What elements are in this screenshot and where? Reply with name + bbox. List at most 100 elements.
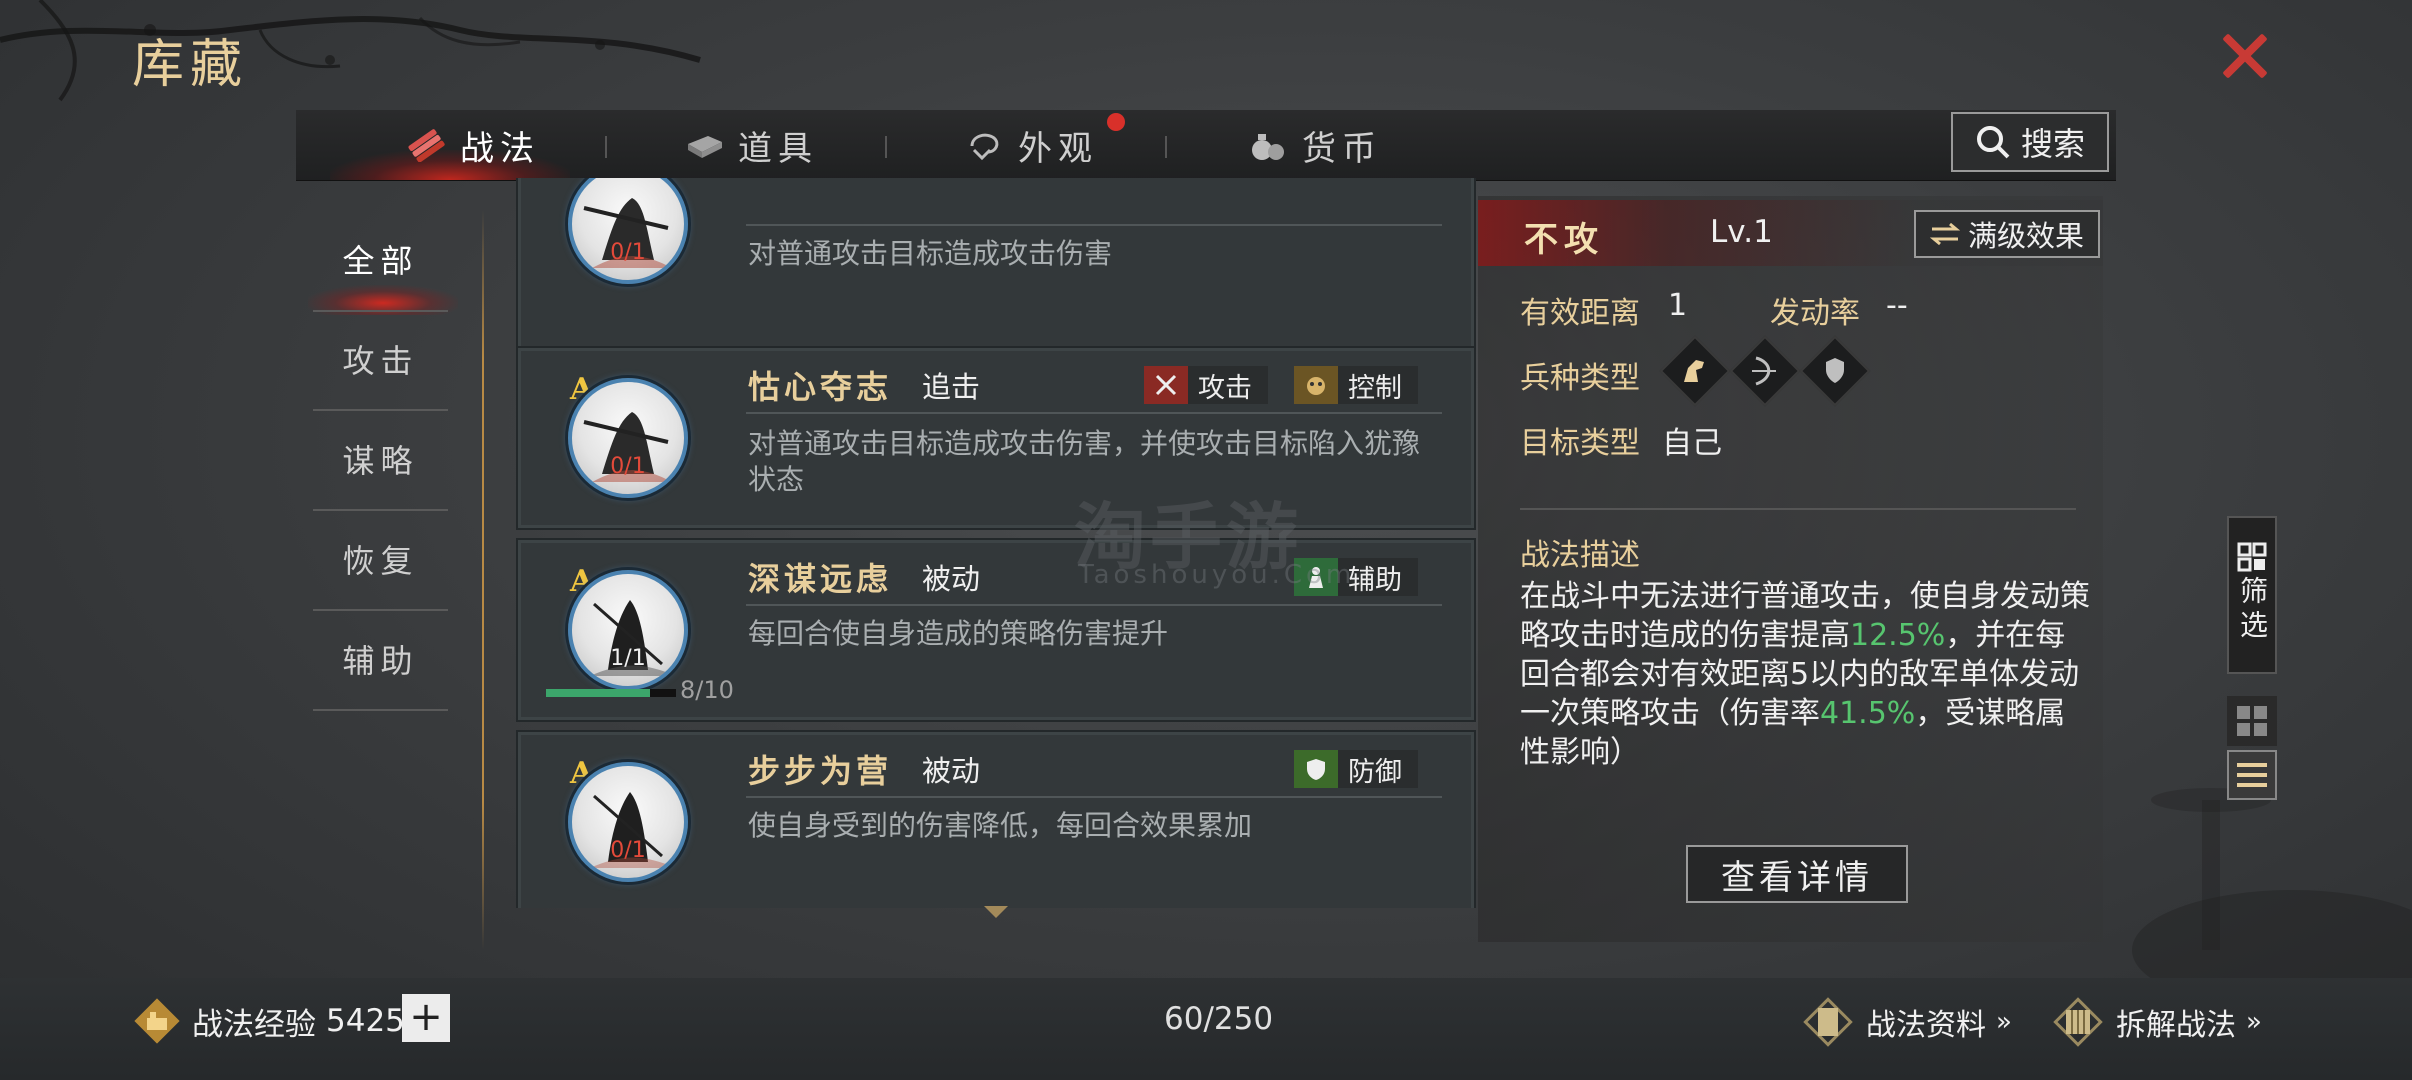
trigger-rate-label: 发动率 <box>1770 296 1860 331</box>
fist-emblem-icon <box>134 998 180 1044</box>
tab-items[interactable]: 道具 <box>684 110 818 180</box>
filter-button[interactable]: 筛选 <box>2227 516 2277 674</box>
filter-grid-icon <box>2237 542 2267 572</box>
skill-name: 怙心夺志 <box>748 368 893 406</box>
category-all[interactable]: 全部 <box>313 210 448 308</box>
skill-description: 对普通攻击目标造成攻击伤害 <box>748 237 1113 270</box>
troop-type-label: 兵种类型 <box>1520 361 1640 396</box>
category-support[interactable]: 辅助 <box>313 610 448 708</box>
tab-label: 战法 <box>460 128 540 169</box>
owned-count: 1/1 <box>610 646 646 671</box>
skill-exp-label: 战法经验 <box>192 1006 316 1043</box>
card-separator <box>746 604 1442 606</box>
chevron-right-icon: » <box>1996 1007 2012 1037</box>
skill-list[interactable]: 0/1 对普通攻击目标造成攻击伤害 A 0/1 怙心夺志 追击 攻击 控制 对普… <box>516 178 1476 908</box>
skill-exp-display: 战法经验 5425 <box>132 996 405 1046</box>
tag-label: 辅助 <box>1348 564 1402 596</box>
category-rail <box>482 210 484 950</box>
max-level-label: 满级效果 <box>1967 219 2084 253</box>
skill-data-label: 战法资料 <box>1866 1008 1986 1043</box>
trigger-rate-value: -- <box>1886 288 1908 323</box>
owned-count: 0/1 <box>610 838 646 863</box>
tag-label: 攻击 <box>1198 372 1252 404</box>
general-portrait: 0/1 <box>568 378 688 498</box>
level-progress-text: 8/10 <box>680 676 734 704</box>
tab-appearance[interactable]: 外观 <box>964 110 1098 180</box>
owned-count: 0/1 <box>610 240 646 265</box>
search-icon <box>1976 126 2010 159</box>
filter-label: 筛选 <box>2236 576 2269 644</box>
skill-data-link[interactable]: 战法资料 » <box>1800 994 2012 1050</box>
shield-icon <box>1294 750 1338 788</box>
category-attack[interactable]: 攻击 <box>313 310 448 408</box>
tab-divider <box>605 136 607 158</box>
tab-divider <box>885 136 887 158</box>
page-title: 库藏 <box>132 35 249 95</box>
appearance-swirl-icon <box>970 133 999 161</box>
scroll-dismantle-icon <box>2053 997 2103 1047</box>
list-view-icon[interactable] <box>2227 750 2277 800</box>
skill-kind: 被动 <box>922 754 981 788</box>
money-bag-icon <box>1252 134 1284 160</box>
skill-count: 60/250 <box>1164 1001 1274 1037</box>
owned-count: 0/1 <box>610 454 646 479</box>
skill-tag-defense: 防御 <box>1294 750 1418 788</box>
crossed-swords-icon <box>1144 366 1188 404</box>
tab-label: 道具 <box>738 128 818 169</box>
skill-description: 每回合使自身造成的策略伤害提升 <box>748 617 1169 650</box>
card-separator <box>746 224 1442 226</box>
tag-label: 控制 <box>1348 372 1402 404</box>
range-value: 1 <box>1668 288 1688 323</box>
detail-skill-level: Lv.1 <box>1710 214 1773 250</box>
watermark-subtext: Taoshouyou.Com <box>1078 560 1356 590</box>
category-divider <box>313 709 448 711</box>
detail-skill-name: 不攻 <box>1524 220 1604 260</box>
detail-divider <box>1520 508 2076 510</box>
target-type-value: 自己 <box>1662 426 1722 461</box>
search-label: 搜索 <box>2020 125 2085 163</box>
demon-mask-icon <box>1294 366 1338 404</box>
tab-skills[interactable]: 战法 <box>406 110 540 180</box>
skill-description: 使自身受到的伤害降低，每回合效果累加 <box>748 809 1253 842</box>
description-title: 战法描述 <box>1520 538 1640 573</box>
level-progress-bar <box>546 689 676 697</box>
skill-book-icon <box>1803 997 1853 1047</box>
category-strategy[interactable]: 谋略 <box>313 410 448 508</box>
level-progress-fill <box>546 689 650 697</box>
swap-arrows-icon <box>1929 222 1960 246</box>
card-separator <box>746 796 1442 798</box>
add-exp-button[interactable]: + <box>402 994 450 1042</box>
tab-label: 货币 <box>1302 128 1382 169</box>
range-label: 有效距离 <box>1520 296 1640 331</box>
dismantle-skill-label: 拆解战法 <box>2116 1008 2236 1043</box>
card-separator <box>746 412 1442 414</box>
chevron-right-icon: » <box>2246 1007 2262 1037</box>
scroll-down-indicator <box>984 906 1008 918</box>
scroll-bundle-icon <box>408 129 445 162</box>
tab-label: 外观 <box>1018 128 1098 169</box>
notification-dot <box>1107 113 1125 131</box>
skill-tag-control: 控制 <box>1294 366 1418 404</box>
skill-description-text: 在战斗中无法进行普通攻击，使自身发动策略攻击时造成的伤害提高12.5%，并在每回… <box>1520 579 2090 770</box>
general-portrait: 0/1 <box>568 178 688 284</box>
search-button[interactable]: 搜索 <box>1951 112 2109 172</box>
tag-label: 防御 <box>1348 756 1402 788</box>
target-type-label: 目标类型 <box>1520 426 1640 461</box>
view-details-button[interactable]: 查看详情 <box>1686 845 1908 903</box>
general-portrait: 0/1 <box>568 762 688 882</box>
skill-kind: 被动 <box>922 562 981 596</box>
tab-divider <box>1165 136 1167 158</box>
skill-tag-attack: 攻击 <box>1144 366 1268 404</box>
item-box-icon <box>688 136 722 158</box>
category-recovery[interactable]: 恢复 <box>313 510 448 608</box>
dismantle-skill-link[interactable]: 拆解战法 » <box>2050 994 2262 1050</box>
skill-kind: 追击 <box>922 370 981 404</box>
skill-name: 深谋远虑 <box>748 560 893 598</box>
skill-exp-value: 5425 <box>326 1003 405 1039</box>
tab-currency[interactable]: 货币 <box>1248 110 1382 180</box>
skill-name: 步步为营 <box>748 752 893 790</box>
close-icon[interactable] <box>2215 26 2275 86</box>
max-level-effect-button[interactable]: 满级效果 <box>1914 210 2100 258</box>
general-portrait: 1/1 <box>568 570 688 690</box>
grid-view-icon[interactable] <box>2227 696 2277 746</box>
